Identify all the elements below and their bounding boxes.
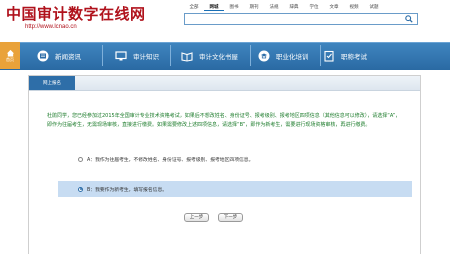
search-button[interactable]	[399, 13, 418, 25]
panel-title: 网上报名	[29, 76, 75, 90]
previous-step-button[interactable]: 上一步	[184, 213, 209, 222]
exam-icon	[322, 49, 335, 62]
nav-item-label: 职称考试	[341, 52, 367, 61]
nav-item-audit-knowledge[interactable]: 审计知识	[114, 42, 159, 69]
registration-intro-text: 杜鹃同学，您已经参加过2015年全国审计专业技术资格考试，如果后不想改姓名、身份…	[47, 113, 401, 128]
nav-home-tab[interactable]: 首页	[0, 42, 20, 69]
monitor-icon	[114, 49, 127, 62]
top-nav-item-dictionary[interactable]: 辞典	[284, 4, 304, 11]
top-nav-item-mall[interactable]: 网城	[204, 4, 224, 11]
top-nav-item-articles[interactable]: 文章	[324, 4, 344, 11]
top-nav-item-journals[interactable]: 期刊	[244, 4, 264, 11]
option-a-radio[interactable]	[78, 156, 83, 162]
book-icon	[180, 49, 193, 62]
search-input[interactable]	[184, 13, 418, 25]
top-nav-item-all[interactable]: 全部	[184, 4, 204, 11]
nav-divider	[250, 45, 251, 66]
search-icon	[404, 15, 413, 23]
site-logo[interactable]: 中国审计数字在线网 http://www.lcnao.cn	[6, 5, 146, 30]
top-search-category-nav: 全部 网城 图书 期刊 法规 辞典 学位 文章 视频 试题	[184, 4, 384, 11]
news-icon	[36, 49, 49, 62]
option-b-radio[interactable]	[78, 186, 83, 192]
nav-item-news[interactable]: 新闻资讯	[36, 42, 81, 69]
training-icon	[257, 49, 270, 62]
top-nav-item-books[interactable]: 图书	[224, 4, 244, 11]
nav-item-label: 审计知识	[133, 52, 159, 61]
nav-divider	[102, 45, 103, 66]
nav-item-professional-training[interactable]: 职业化培训	[257, 42, 309, 69]
top-nav-item-degree[interactable]: 学位	[304, 4, 324, 11]
nav-divider	[320, 45, 321, 66]
option-b-new-candidate[interactable]: B：我要作为新考生，填写报名信息。	[58, 181, 412, 197]
nav-item-title-exam[interactable]: 职称考试	[322, 42, 367, 69]
nav-item-label: 新闻资讯	[55, 52, 81, 61]
top-nav-item-laws[interactable]: 法规	[264, 4, 284, 11]
home-icon	[6, 49, 14, 57]
nav-item-label: 职业化培训	[276, 52, 309, 61]
nav-item-label: 审计文化书屋	[199, 52, 238, 61]
top-nav-item-video[interactable]: 视频	[344, 4, 364, 11]
logo-title: 中国审计数字在线网	[6, 5, 146, 23]
nav-divider	[170, 45, 171, 66]
top-nav-item-exams[interactable]: 试题	[364, 4, 384, 11]
next-step-button[interactable]: 下一步	[218, 213, 243, 222]
option-a-label: A：我作为往届考生，不修改姓名、身份证号、报考级别、报考地区四项信息。	[87, 157, 254, 163]
panel-header-bar	[29, 76, 420, 91]
nav-item-culture-bookstore[interactable]: 审计文化书屋	[180, 42, 238, 69]
logo-url: http://www.lcnao.cn	[25, 24, 77, 30]
option-b-label: B：我要作为新考生，填写报名信息。	[87, 187, 168, 193]
option-a-returning-candidate[interactable]: A：我作为往届考生，不修改姓名、身份证号、报考级别、报考地区四项信息。	[58, 151, 412, 167]
nav-home-label: 首页	[6, 56, 14, 62]
